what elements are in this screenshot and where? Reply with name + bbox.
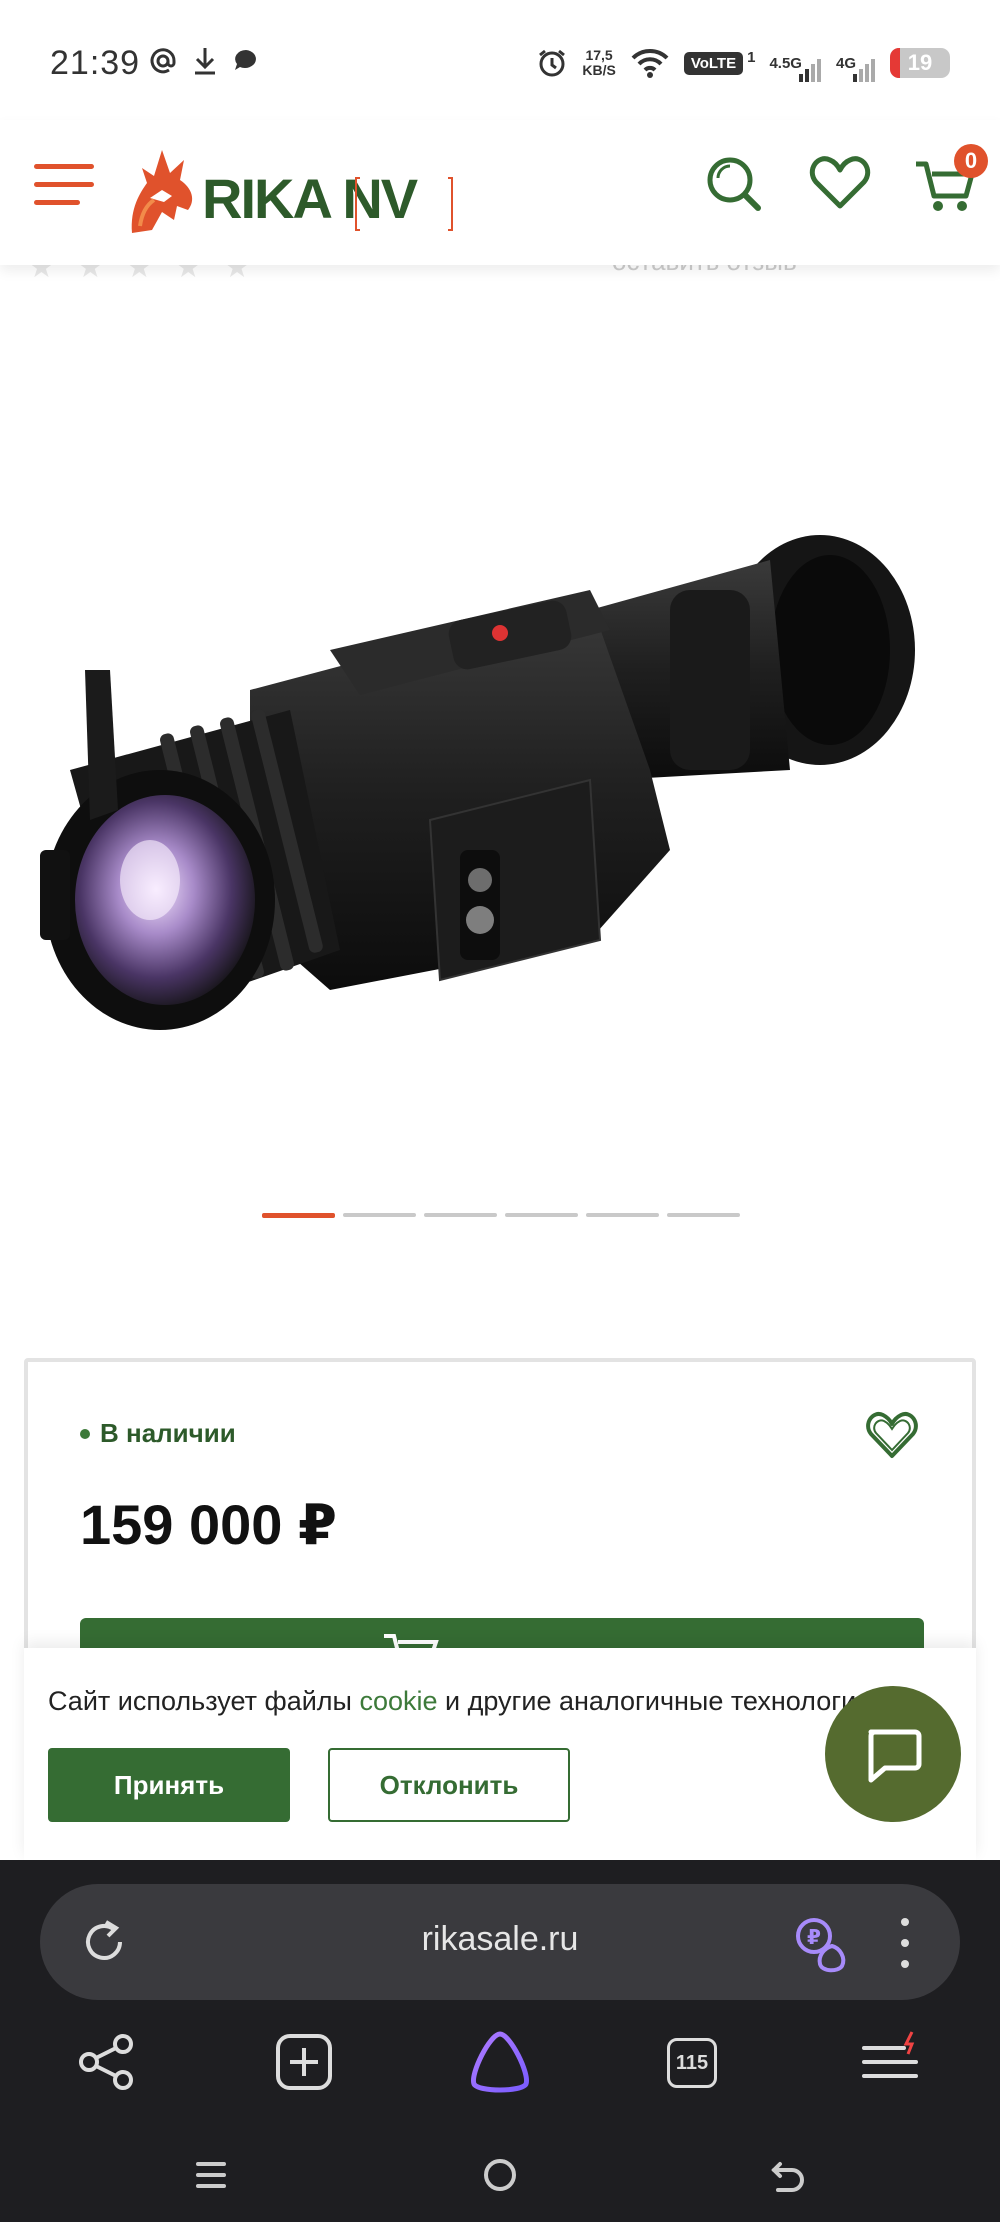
signal-bars-icon <box>798 59 821 82</box>
availability-dot <box>80 1428 90 1439</box>
site-header: RIKA NV 0 <box>0 120 1000 265</box>
wifi-icon <box>631 48 669 78</box>
alice-assistant-icon[interactable] <box>466 2030 534 2094</box>
download-icon <box>195 48 215 75</box>
cookie-message: Сайт использует файлы cookie и другие ан… <box>48 1686 888 1717</box>
wolf-logo-icon <box>131 150 193 233</box>
favorites-heart-icon[interactable] <box>808 150 872 214</box>
more-menu-icon[interactable] <box>900 1918 910 1968</box>
volte-badge: VoLTE <box>683 51 744 75</box>
product-image[interactable] <box>30 520 950 1060</box>
carousel-dot[interactable] <box>262 1213 335 1218</box>
accept-cookies-button[interactable]: Принять <box>48 1748 290 1822</box>
home-icon[interactable] <box>475 2150 525 2200</box>
browser-menu-icon[interactable] <box>858 2030 922 2094</box>
plus-coin-icon[interactable]: ₽ <box>792 1914 852 1974</box>
image-carousel-dots <box>262 1213 740 1218</box>
status-right-icons: 17,5 KB/S VoLTE 1 4.5G 4G 19 <box>536 44 950 82</box>
cart-button[interactable]: 0 <box>912 144 988 214</box>
product-price: 159 000 ₽ <box>80 1493 337 1556</box>
cart-count-badge: 0 <box>954 144 988 178</box>
status-bar: 21:39 17,5 KB/S VoLTE 1 4.5G 4G 19 <box>0 0 1000 120</box>
search-icon[interactable] <box>700 150 764 214</box>
share-icon[interactable] <box>75 2030 139 2094</box>
at-sign-icon <box>150 48 176 74</box>
carousel-dot[interactable] <box>586 1213 659 1217</box>
battery-indicator: 19 <box>890 48 950 78</box>
battery-level: 19 <box>907 50 933 75</box>
status-notification-icons <box>148 46 260 76</box>
back-icon[interactable] <box>764 2150 814 2200</box>
cookie-link[interactable]: cookie <box>359 1686 437 1716</box>
tabs-count-button[interactable]: 115 <box>667 2038 717 2088</box>
alarm-icon <box>539 49 566 77</box>
availability-text: В наличии <box>100 1418 236 1448</box>
carousel-dot[interactable] <box>505 1213 578 1217</box>
sim-index: 1 <box>747 48 756 66</box>
cookie-text-part: Сайт использует файлы <box>48 1686 360 1716</box>
message-icon <box>235 50 256 70</box>
net-speed-unit: KB/S <box>582 62 616 78</box>
browser-chrome: rikasale.ru ₽ 115 <box>0 1860 1000 2222</box>
carousel-dot[interactable] <box>424 1213 497 1217</box>
new-tab-icon[interactable] <box>272 2030 336 2094</box>
availability-status: В наличии <box>80 1418 236 1449</box>
carousel-dot[interactable] <box>667 1213 740 1217</box>
chat-bubble-icon <box>868 1729 922 1783</box>
menu-line <box>34 200 80 205</box>
status-time: 21:39 <box>50 44 141 82</box>
add-to-favorites-heart-icon[interactable] <box>864 1406 920 1462</box>
signal-bars-icon <box>853 59 875 82</box>
net-speed: 17,5 KB/S <box>582 48 615 78</box>
menu-line <box>34 182 94 187</box>
menu-line <box>34 164 94 169</box>
net-speed-value: 17,5 <box>585 47 613 63</box>
carousel-dot[interactable] <box>343 1213 416 1217</box>
address-bar[interactable]: rikasale.ru ₽ <box>40 1884 960 2000</box>
chat-button[interactable] <box>825 1686 961 1822</box>
decline-cookies-button[interactable]: Отклонить <box>328 1748 570 1822</box>
svg-text:₽: ₽ <box>807 1925 821 1949</box>
site-logo[interactable]: RIKA NV <box>122 138 462 238</box>
logo-bracket-icon <box>355 177 453 231</box>
cookie-text-part: и другие аналогичные технологии <box>437 1686 872 1716</box>
recent-apps-icon[interactable] <box>186 2150 236 2200</box>
menu-button[interactable] <box>34 162 94 206</box>
